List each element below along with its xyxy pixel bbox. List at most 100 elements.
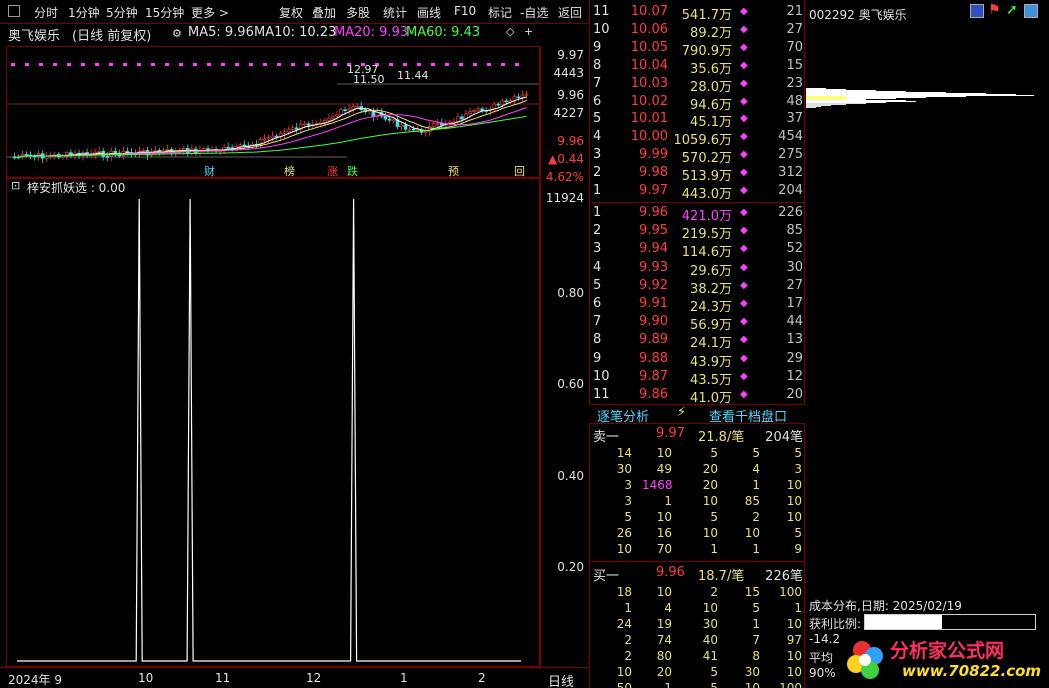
sell-price: 9.97 (656, 426, 685, 441)
tab-1min[interactable]: 1分钟 (68, 4, 100, 21)
tick-analysis-header: 逐笔分析 ⚡ 查看千档盘口 (589, 404, 805, 425)
multi-stock-button[interactable]: 多股 (346, 4, 370, 21)
dot-icon: ◆ (740, 298, 748, 309)
tick-cell: 5 (752, 446, 760, 460)
magenta-dot (333, 63, 337, 66)
bid-count: 44 (786, 314, 803, 330)
period-button[interactable]: 日线 (548, 671, 574, 688)
bid-row-3[interactable]: 3 9.94 114.6万 ◆ 52 (590, 241, 806, 260)
tab-15min[interactable]: 15分钟 (145, 4, 184, 21)
bid-price: 9.95 (639, 223, 668, 239)
marker-return[interactable]: 回 (514, 163, 525, 179)
back-button[interactable]: 返回 (558, 4, 582, 21)
remove-watchlist-button[interactable]: -自选 (520, 4, 548, 21)
cost-bar (806, 91, 906, 92)
candle-body (97, 150, 101, 153)
candle-body (125, 150, 130, 153)
marker-rank[interactable]: 榜 (284, 163, 295, 179)
tab-5min[interactable]: 5分钟 (106, 4, 138, 21)
candle-body (524, 93, 529, 96)
dot-icon: ◆ (740, 113, 748, 125)
bid-row-10[interactable]: 10 9.87 43.5万 ◆ 12 (590, 369, 806, 388)
ask-row-11[interactable]: 11 10.07 541.7万 ◆ 21 (590, 4, 806, 23)
buy-price: 9.96 (656, 565, 685, 580)
cost-bar (806, 102, 886, 103)
bid-volume: 56.9万 (690, 318, 732, 334)
bid-row-11[interactable]: 11 9.86 41.0万 ◆ 20 (590, 387, 806, 406)
tab-thousand-level[interactable]: 查看千档盘口 (709, 406, 787, 425)
overlay-button[interactable]: 叠加 (312, 4, 336, 21)
candle-body (270, 135, 275, 139)
bid-row-5[interactable]: 5 9.92 38.2万 ◆ 27 (590, 278, 806, 297)
plus-icon[interactable]: + (524, 25, 533, 38)
bid-volume: 114.6万 (681, 245, 732, 261)
candle-body (516, 96, 521, 99)
tick-row: 3 1468 20 1 10 (590, 478, 806, 494)
bid-row-9[interactable]: 9 9.88 43.9万 ◆ 29 (590, 351, 806, 370)
tick-cell: 24 (616, 617, 632, 631)
tab-tick-analysis[interactable]: 逐笔分析 (597, 406, 649, 425)
ask-volume: 570.2万 (681, 151, 732, 167)
lightning-icon[interactable]: ⚡ (677, 405, 686, 420)
price-chart[interactable]: 12.97 11.50 11.44 财 榜 涨 跌 预 回 (6, 46, 540, 178)
f10-button[interactable]: F10 (454, 4, 476, 18)
marker-down[interactable]: 跌 (347, 163, 358, 179)
bid-row-4[interactable]: 4 9.93 29.6万 ◆ 30 (590, 260, 806, 279)
ask-count: 454 (778, 129, 803, 145)
mark-button[interactable]: 标记 (488, 4, 512, 21)
ask-row-3[interactable]: 3 9.99 570.2万 ◆ 275 (590, 147, 806, 166)
candle-body (290, 127, 295, 130)
marker-forecast[interactable]: 预 (448, 163, 459, 179)
diamond-icon[interactable]: ◇ (506, 25, 514, 38)
marker-up[interactable]: 涨 (327, 163, 338, 179)
settings-icon[interactable]: ⚙ (172, 27, 182, 40)
bid-row-1[interactable]: 1 9.96 421.0万 ◆ 226 (590, 205, 806, 224)
axis-label-price: 9.96 (557, 88, 584, 102)
marker-finance[interactable]: 财 (204, 163, 215, 179)
ask-row-6[interactable]: 6 10.02 94.6万 ◆ 48 (590, 94, 806, 113)
period-label[interactable]: (日线 前复权) (72, 25, 151, 44)
tab-more[interactable]: 更多 > (191, 4, 229, 21)
ask-level: 9 (593, 39, 602, 55)
ask-row-10[interactable]: 10 10.06 89.2万 ◆ 27 (590, 22, 806, 41)
candle-body (387, 118, 392, 121)
ask-row-4[interactable]: 4 10.00 1059.6万 ◆ 454 (590, 129, 806, 148)
ask-level: 5 (593, 111, 602, 127)
bid-row-2[interactable]: 2 9.95 219.5万 ◆ 85 (590, 223, 806, 242)
tick-cell: 10 (786, 649, 802, 663)
ask-row-1[interactable]: 1 9.97 443.0万 ◆ 204 (590, 183, 806, 202)
ma5-label: MA5: 9.96 (188, 25, 254, 40)
magenta-dot (165, 63, 169, 66)
bid-row-7[interactable]: 7 9.90 56.9万 ◆ 44 (590, 314, 806, 333)
ask-row-8[interactable]: 8 10.04 35.6万 ◆ 15 (590, 58, 806, 77)
ask-volume: 35.6万 (690, 61, 732, 77)
bid-row-6[interactable]: 6 9.91 24.3万 ◆ 17 (590, 296, 806, 315)
tick-cell: 100 (779, 681, 802, 688)
ask-row-5[interactable]: 5 10.01 45.1万 ◆ 37 (590, 111, 806, 130)
indicator-chart[interactable]: ⊡ 梓安抓妖选 : 0.00 (6, 178, 540, 667)
magenta-dot (319, 63, 323, 66)
bid-price: 9.94 (639, 241, 668, 257)
fuquan-button[interactable]: 复权 (279, 4, 303, 21)
ask-row-7[interactable]: 7 10.03 28.0万 ◆ 23 (590, 76, 806, 95)
bid-row-8[interactable]: 8 9.89 24.1万 ◆ 13 (590, 332, 806, 351)
dot-icon: ◆ (740, 207, 748, 218)
statistics-button[interactable]: 统计 (383, 4, 407, 21)
tab-fenshi[interactable]: 分时 (34, 4, 58, 21)
magenta-dot (431, 63, 435, 66)
bid-count: 12 (786, 368, 803, 384)
draw-line-button[interactable]: 画线 (417, 4, 441, 21)
candle-body (415, 129, 420, 132)
cost-bar (806, 101, 916, 102)
ask-price: 10.06 (630, 21, 668, 37)
tick-row: 24 19 30 1 10 (590, 617, 806, 633)
dot-icon: ◆ (740, 352, 748, 364)
ask-row-9[interactable]: 9 10.05 790.9万 ◆ 70 (590, 40, 806, 59)
magenta-dot (81, 63, 85, 66)
window-toggle-icon[interactable] (8, 5, 20, 17)
dot-icon: ◆ (740, 131, 748, 143)
ask-row-2[interactable]: 2 9.98 513.9万 ◆ 312 (590, 165, 806, 184)
bid-count: 17 (786, 296, 803, 311)
ind-tick-020: 0.20 (557, 560, 584, 574)
tick-cell: 50 (616, 681, 632, 688)
